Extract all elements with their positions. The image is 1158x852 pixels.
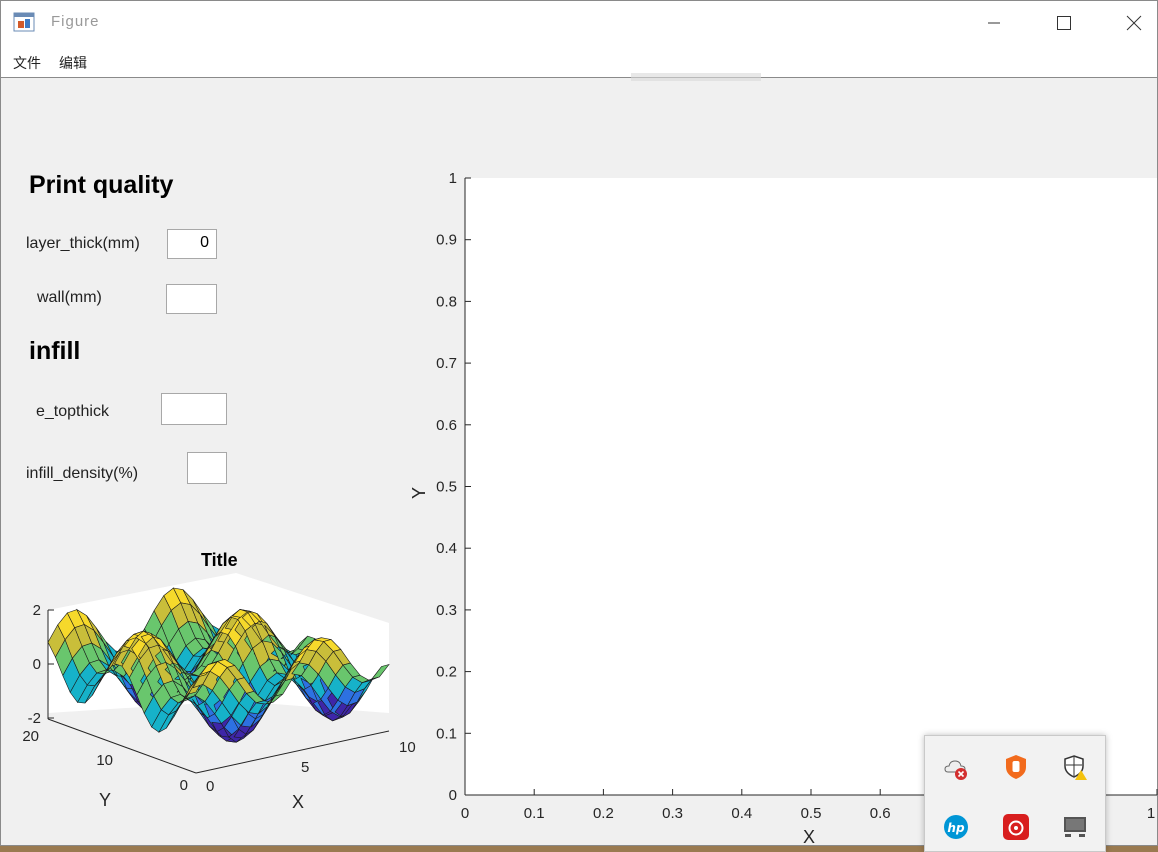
main-x-tick-label: 0.3 xyxy=(662,805,683,822)
main-x-tick-label: 0.2 xyxy=(593,805,614,822)
main-y-tick-label: 0.8 xyxy=(436,293,457,310)
main-x-tick-label: 0.5 xyxy=(801,805,822,822)
main-x-tick-label: 1 xyxy=(1147,805,1155,822)
main-y-tick-label: 0.6 xyxy=(436,417,457,434)
netease-music-icon[interactable] xyxy=(1002,813,1030,841)
svg-text:hp: hp xyxy=(947,821,965,835)
figure-window: Figure 文件 编辑 Print quality layer_thick(m… xyxy=(0,0,1158,852)
main-y-tick-label: 0 xyxy=(449,787,457,804)
tray-overflow-panel: hp xyxy=(924,735,1106,852)
onedrive-error-icon[interactable] xyxy=(942,754,970,782)
main-y-axis-label: Y xyxy=(409,487,429,499)
main-y-tick-label: 1 xyxy=(449,170,457,187)
shield-app-icon[interactable] xyxy=(1002,753,1030,781)
main-x-tick-label: 0.6 xyxy=(870,805,891,822)
main-y-tick-label: 0.9 xyxy=(436,232,457,249)
main-x-tick-label: 0.1 xyxy=(524,805,545,822)
main-x-axis-label: X xyxy=(803,827,815,847)
main-plot-area xyxy=(465,178,1157,795)
hp-icon[interactable]: hp xyxy=(942,813,970,841)
main-x-tick-label: 0 xyxy=(461,805,469,822)
main-y-tick-label: 0.1 xyxy=(436,725,457,742)
main-y-tick-label: 0.3 xyxy=(436,602,457,619)
main-plot[interactable]: 0 0.1 0.2 0.3 0.4 0.5 0.6 0.7 0.8 0.9 1 0 0.1 0.2 0.3… xyxy=(1,1,1158,847)
windows-security-warning-icon[interactable] xyxy=(1061,753,1089,781)
display-icon[interactable] xyxy=(1061,813,1089,841)
main-x-tick-label: 0.4 xyxy=(731,805,752,822)
main-y-tick-label: 0.5 xyxy=(436,479,457,496)
main-y-tick-label: 0.4 xyxy=(436,540,457,557)
main-y-tick-label: 0.2 xyxy=(436,664,457,681)
main-y-tick-label: 0.7 xyxy=(436,355,457,372)
